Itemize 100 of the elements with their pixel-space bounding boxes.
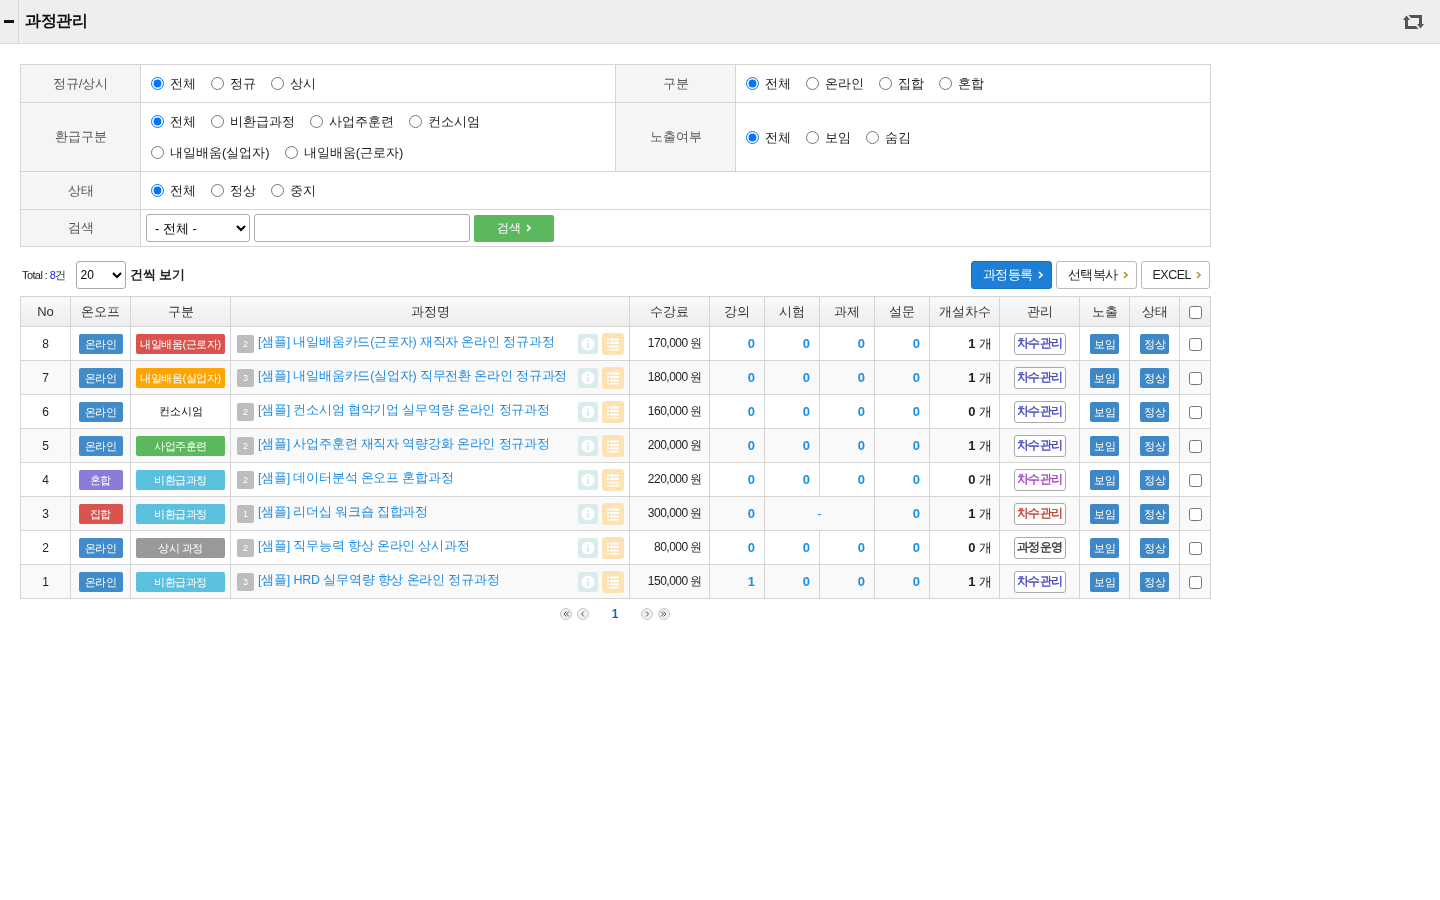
manage-button[interactable]: 차수관리	[1013, 366, 1066, 389]
radio-label[interactable]: 숨김	[885, 127, 911, 147]
status-toggle[interactable]: 정상	[1140, 401, 1169, 422]
status-toggle[interactable]: 정상	[1140, 537, 1169, 558]
course-link[interactable]: [샘플] 리더십 워크숍 집합과정	[258, 503, 428, 521]
row-checkbox[interactable]	[1188, 575, 1202, 589]
radio-button[interactable]	[211, 184, 224, 197]
search-scope-select[interactable]: - 전체 -	[146, 214, 250, 242]
course-link[interactable]: [샘플] 데이터분석 온오프 혼합과정	[258, 469, 454, 487]
radio-button[interactable]	[271, 77, 284, 90]
visibility-toggle[interactable]: 보임	[1090, 435, 1119, 456]
status-toggle[interactable]: 정상	[1140, 503, 1169, 524]
category-tag: 비환급과정	[136, 503, 225, 524]
manage-button[interactable]: 차수관리	[1013, 434, 1066, 457]
toolbar-button[interactable]: EXCEL	[1140, 261, 1210, 289]
radio-label[interactable]: 전체	[765, 127, 791, 147]
course-link[interactable]: [샘플] HRD 실무역량 향상 온라인 정규과정	[258, 571, 500, 589]
radio-button[interactable]	[746, 77, 759, 90]
radio-button[interactable]	[271, 184, 284, 197]
radio-label[interactable]: 혼합	[958, 74, 984, 93]
manage-button[interactable]: 차수관리	[1013, 502, 1066, 525]
radio-button[interactable]	[151, 146, 164, 159]
radio-button[interactable]	[866, 130, 879, 144]
status-toggle[interactable]: 정상	[1140, 469, 1169, 490]
select-all-checkbox[interactable]	[1188, 306, 1202, 320]
visibility-toggle[interactable]: 보임	[1090, 503, 1119, 524]
visibility-toggle[interactable]: 보임	[1090, 333, 1119, 354]
status-toggle[interactable]: 정상	[1140, 367, 1169, 388]
radio-label[interactable]: 내일배움(근로자)	[303, 143, 404, 162]
category-tag: 상시 과정	[136, 537, 225, 558]
page-size-select[interactable]: 20	[75, 261, 126, 289]
count-cell: 0	[709, 496, 765, 531]
course-link[interactable]: [샘플] 직무능력 향상 온라인 상시과정	[258, 537, 470, 555]
last-page-icon[interactable]	[658, 608, 671, 620]
radio-button[interactable]	[151, 184, 164, 197]
row-checkbox[interactable]	[1188, 337, 1202, 351]
radio-label[interactable]: 집합	[898, 74, 924, 93]
radio-label[interactable]: 전체	[170, 181, 196, 200]
column-header: 과제	[819, 296, 875, 327]
manage-button[interactable]: 과정운영	[1013, 536, 1066, 559]
radio-button[interactable]	[310, 115, 323, 128]
row-checkbox[interactable]	[1188, 405, 1202, 419]
radio-label[interactable]: 보임	[825, 127, 851, 147]
status-toggle[interactable]: 정상	[1140, 571, 1169, 592]
course-link[interactable]: [샘플] 내일배움카드(근로자) 재직자 온라인 정규과정	[258, 333, 555, 351]
radio-label[interactable]: 온라인	[825, 74, 864, 93]
manage-button[interactable]: 차수관리	[1013, 468, 1066, 491]
radio-label[interactable]: 비환급과정	[230, 112, 295, 131]
next-page-icon[interactable]	[641, 608, 654, 620]
radio-button[interactable]	[211, 115, 224, 128]
radio-label[interactable]: 정상	[230, 181, 256, 200]
table-cell: 300,000 원	[629, 496, 710, 531]
radio-label[interactable]: 정규	[230, 74, 256, 93]
page-link[interactable]: 1	[611, 607, 619, 621]
radio-button[interactable]	[284, 146, 298, 159]
toolbar-button[interactable]: 과정등록	[970, 261, 1052, 289]
visibility-toggle[interactable]: 보임	[1090, 367, 1119, 388]
manage-button[interactable]: 차수관리	[1013, 570, 1066, 593]
first-page-icon[interactable]	[559, 608, 572, 620]
radio-button[interactable]	[746, 130, 759, 144]
radio-button[interactable]	[151, 115, 164, 128]
visibility-toggle[interactable]: 보임	[1090, 469, 1119, 490]
radio-label[interactable]: 전체	[765, 74, 791, 93]
status-toggle[interactable]: 정상	[1140, 333, 1169, 354]
radio-label[interactable]: 사업주훈련	[329, 112, 394, 131]
status-toggle[interactable]: 정상	[1140, 435, 1169, 456]
manage-button[interactable]: 차수관리	[1013, 400, 1066, 423]
radio-button[interactable]	[211, 77, 224, 90]
course-link[interactable]: [샘플] 내일배움카드(실업자) 직무전환 온라인 정규과정	[258, 367, 568, 385]
radio-button[interactable]	[806, 130, 819, 144]
radio-label[interactable]: 전체	[170, 112, 196, 131]
radio-label[interactable]: 전체	[170, 74, 196, 93]
course-link[interactable]: [샘플] 사업주훈련 재직자 역량강화 온라인 정규과정	[258, 435, 550, 453]
radio-button[interactable]	[806, 77, 819, 90]
row-checkbox[interactable]	[1188, 439, 1202, 453]
repeat-icon[interactable]	[1402, 13, 1425, 30]
count-cell: 0	[764, 462, 820, 497]
search-input[interactable]	[254, 214, 470, 242]
radio-label[interactable]: 컨소시엄	[428, 112, 480, 131]
manage-button[interactable]: 차수관리	[1013, 332, 1066, 355]
row-checkbox[interactable]	[1188, 371, 1202, 385]
radio-label[interactable]: 상시	[290, 74, 316, 93]
radio-label[interactable]: 중지	[290, 181, 316, 200]
row-checkbox[interactable]	[1188, 507, 1202, 521]
visibility-toggle[interactable]: 보임	[1090, 537, 1119, 558]
radio-label[interactable]: 내일배움(실업자)	[170, 143, 270, 162]
filter-label: 구분	[615, 64, 736, 103]
previous-page-icon[interactable]	[576, 608, 589, 620]
row-checkbox[interactable]	[1188, 473, 1202, 487]
count-cell: 0	[709, 394, 765, 429]
course-link[interactable]: [샘플] 컨소시엄 협약기업 실무역량 온라인 정규과정	[258, 401, 550, 419]
visibility-toggle[interactable]: 보임	[1090, 571, 1119, 592]
row-checkbox[interactable]	[1188, 541, 1202, 555]
radio-button[interactable]	[879, 77, 892, 90]
radio-button[interactable]	[151, 77, 164, 90]
table-cell: 1 개	[929, 564, 1000, 599]
radio-button[interactable]	[939, 77, 952, 90]
visibility-toggle[interactable]: 보임	[1090, 401, 1119, 422]
radio-button[interactable]	[409, 115, 422, 128]
toolbar-button[interactable]: 선택복사	[1055, 261, 1137, 289]
